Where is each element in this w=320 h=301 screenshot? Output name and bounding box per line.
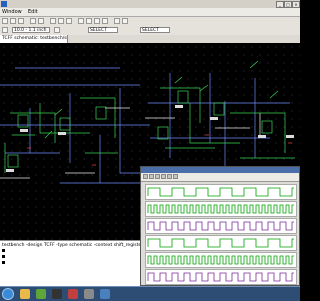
tab-schematic[interactable]: TCFF schematic: testbench/shift_re	[0, 35, 68, 43]
waveform-pane[interactable]	[145, 269, 297, 285]
app-icon-2[interactable]	[84, 289, 94, 299]
grid-value-field[interactable]: 10.0 - 1.1 inch	[12, 27, 50, 33]
waveform-pane[interactable]	[145, 184, 297, 200]
menu-edit[interactable]: Edit	[28, 9, 38, 15]
waveform-signal	[147, 272, 294, 282]
open-icon[interactable]	[10, 18, 16, 24]
waveform-signal	[147, 255, 294, 265]
snap-icon[interactable]	[54, 27, 60, 33]
console-panel: testbench -design TCFF -type schematic -…	[0, 240, 193, 287]
folder-icon[interactable]	[20, 289, 30, 299]
terminal-icon[interactable]	[52, 289, 62, 299]
console-marker	[2, 255, 5, 258]
menu-window[interactable]: Window	[2, 9, 22, 15]
waveform-signal	[147, 238, 294, 248]
minimize-button[interactable]: _	[276, 1, 284, 8]
wave-fit-icon[interactable]	[149, 174, 154, 179]
waveform-toolbar	[141, 173, 299, 182]
check-icon[interactable]	[114, 18, 120, 24]
pin-icon[interactable]	[94, 18, 100, 24]
select-dropdown-2[interactable]: SELECT	[140, 27, 170, 33]
taskbar	[0, 286, 300, 301]
instance-icon[interactable]	[86, 18, 92, 24]
waveform-signal	[147, 204, 294, 214]
wire-icon[interactable]	[78, 18, 84, 24]
media-icon[interactable]	[36, 289, 46, 299]
waveform-trace	[147, 238, 294, 248]
waveform-signal	[147, 221, 294, 231]
waveform-pane[interactable]	[145, 252, 297, 268]
undo-icon[interactable]	[30, 18, 36, 24]
app-icon[interactable]	[68, 289, 78, 299]
redo-icon[interactable]	[38, 18, 44, 24]
wave-strip-icon[interactable]	[167, 174, 172, 179]
label-icon[interactable]	[102, 18, 108, 24]
select-icon[interactable]	[2, 27, 8, 33]
wave-cursor-icon[interactable]	[155, 174, 160, 179]
waveform-pane[interactable]	[145, 218, 297, 234]
waveform-trace	[147, 221, 294, 231]
waveform-trace	[147, 187, 294, 197]
waveform-window	[140, 166, 300, 286]
console-marker	[2, 249, 5, 252]
waveform-signal	[147, 187, 294, 197]
console-marker	[2, 261, 5, 264]
waveform-pane[interactable]	[145, 235, 297, 251]
close-button[interactable]: ×	[292, 1, 300, 8]
app-icon-3[interactable]	[100, 289, 110, 299]
select-dropdown-1[interactable]: SELECT	[88, 27, 118, 33]
app-icon	[1, 1, 7, 7]
save-icon[interactable]	[18, 18, 24, 24]
zoom-in-icon[interactable]	[50, 18, 56, 24]
fit-icon[interactable]	[66, 18, 72, 24]
waveform-pane[interactable]	[145, 201, 297, 217]
wave-zoom-icon[interactable]	[143, 174, 148, 179]
simulate-icon[interactable]	[122, 18, 128, 24]
waveform-trace	[147, 204, 294, 214]
menu-bar: Window Edit	[0, 8, 300, 17]
new-icon[interactable]	[2, 18, 8, 24]
maximize-button[interactable]: □	[284, 1, 292, 8]
start-orb-icon[interactable]	[2, 288, 14, 300]
waveform-trace	[147, 272, 294, 282]
waveform-trace	[147, 255, 294, 265]
wave-print-icon[interactable]	[173, 174, 178, 179]
zoom-out-icon[interactable]	[58, 18, 64, 24]
wave-marker-icon[interactable]	[161, 174, 166, 179]
